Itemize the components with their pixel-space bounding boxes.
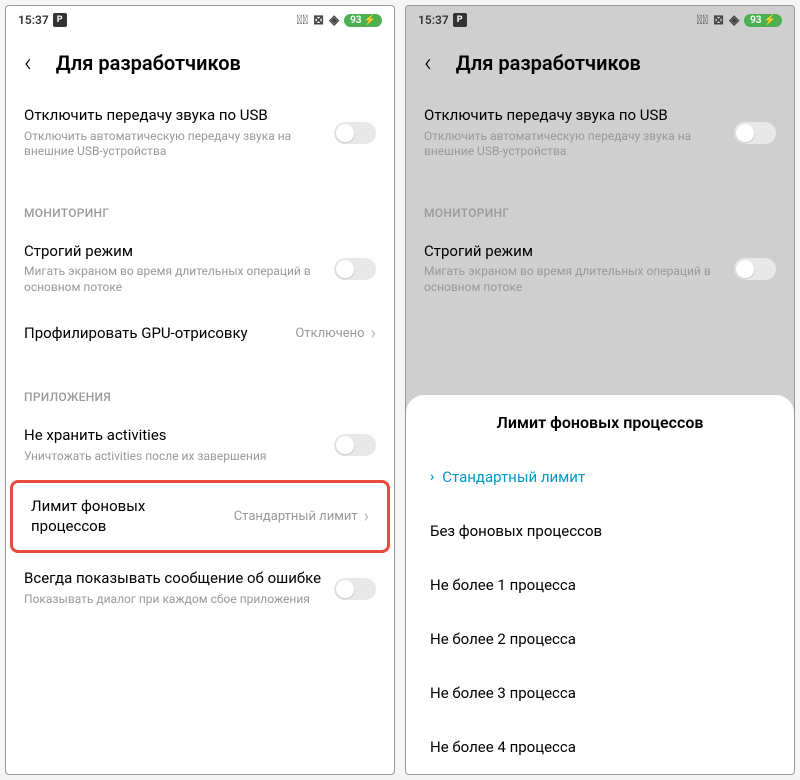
chevron-right-icon: › bbox=[364, 506, 369, 527]
status-bar: 15:37 P ✕⃝ ⊠ ◈ 93⚡ bbox=[406, 6, 794, 34]
status-time: 15:37 bbox=[18, 13, 49, 27]
wifi-icon: ◈ bbox=[729, 13, 739, 28]
usb-audio-row[interactable]: Отключить передачу звука по USB Отключит… bbox=[6, 92, 394, 174]
strict-mode-toggle[interactable] bbox=[334, 258, 376, 280]
section-apps: ПРИЛОЖЕНИЯ bbox=[6, 358, 394, 412]
usb-audio-toggle[interactable] bbox=[334, 122, 376, 144]
gpu-profile-value: Отключено bbox=[295, 326, 364, 341]
strict-mode-row[interactable]: Строгий режим Мигать экраном во время дл… bbox=[406, 228, 794, 310]
phone-right: 15:37 P ✕⃝ ⊠ ◈ 93⚡ ‹ Для разработчиков О… bbox=[405, 5, 795, 775]
no-keep-title: Не хранить activities bbox=[24, 426, 322, 446]
show-error-sub: Показывать диалог при каждом сбое прилож… bbox=[24, 592, 322, 608]
option-2-process[interactable]: Не более 2 процесса bbox=[406, 612, 794, 666]
page-title: Для разработчиков bbox=[56, 51, 241, 75]
battery-indicator: 93⚡ bbox=[344, 14, 382, 27]
no-keep-toggle[interactable] bbox=[334, 434, 376, 456]
dnd-icon: ✕⃝ bbox=[297, 13, 309, 28]
strict-mode-title: Строгий режим bbox=[24, 242, 322, 262]
no-keep-sub: Уничтожать activities после их завершени… bbox=[24, 449, 322, 465]
highlighted-annotation: Лимит фоновых процессов Стандартный лими… bbox=[10, 480, 390, 553]
phone-left: 15:37 P ✕⃝ ⊠ ◈ 93⚡ ‹ Для разработчиков О… bbox=[5, 5, 395, 775]
usb-audio-title: Отключить передачу звука по USB bbox=[424, 106, 722, 126]
section-monitoring: МОНИТОРИНГ bbox=[406, 174, 794, 228]
option-standard-limit[interactable]: › Стандартный лимит bbox=[406, 450, 794, 504]
no-sim-icon: ⊠ bbox=[313, 13, 324, 28]
chevron-right-icon: › bbox=[371, 323, 376, 344]
usb-audio-title: Отключить передачу звука по USB bbox=[24, 106, 322, 126]
option-3-process[interactable]: Не более 3 процесса bbox=[406, 666, 794, 720]
settings-list: Отключить передачу звука по USB Отключит… bbox=[406, 92, 794, 309]
no-keep-activities-row[interactable]: Не хранить activities Уничтожать activit… bbox=[6, 412, 394, 478]
page-title: Для разработчиков bbox=[456, 51, 641, 75]
bg-process-limit-row[interactable]: Лимит фоновых процессов Стандартный лими… bbox=[13, 483, 387, 550]
section-monitoring: МОНИТОРИНГ bbox=[6, 174, 394, 228]
battery-indicator: 93⚡ bbox=[744, 14, 782, 27]
usb-audio-row[interactable]: Отключить передачу звука по USB Отключит… bbox=[406, 92, 794, 174]
settings-list: Отключить передачу звука по USB Отключит… bbox=[6, 92, 394, 774]
bottom-sheet: Лимит фоновых процессов › Стандартный ли… bbox=[406, 395, 794, 774]
sheet-title: Лимит фоновых процессов bbox=[406, 413, 794, 450]
status-time: 15:37 bbox=[418, 13, 449, 27]
option-no-bg[interactable]: Без фоновых процессов bbox=[406, 504, 794, 558]
bg-limit-value: Стандартный лимит bbox=[234, 509, 358, 524]
gpu-profile-title: Профилировать GPU-отрисовку bbox=[24, 324, 283, 344]
usb-audio-sub: Отключить автоматическую передачу звука … bbox=[424, 129, 722, 160]
strict-mode-toggle[interactable] bbox=[734, 258, 776, 280]
page-header: ‹ Для разработчиков bbox=[6, 34, 394, 92]
option-4-process[interactable]: Не более 4 процесса bbox=[406, 720, 794, 774]
option-1-process[interactable]: Не более 1 процесса bbox=[406, 558, 794, 612]
strict-mode-sub: Мигать экраном во время длительных опера… bbox=[424, 264, 722, 295]
page-header: ‹ Для разработчиков bbox=[406, 34, 794, 92]
show-error-title: Всегда показывать сообщение об ошибке bbox=[24, 569, 322, 589]
checkmark-icon: › bbox=[430, 469, 434, 485]
status-bar: 15:37 P ✕⃝ ⊠ ◈ 93⚡ bbox=[6, 6, 394, 34]
show-error-row[interactable]: Всегда показывать сообщение об ошибке По… bbox=[6, 555, 394, 621]
back-button[interactable]: ‹ bbox=[424, 48, 432, 78]
strict-mode-row[interactable]: Строгий режим Мигать экраном во время дл… bbox=[6, 228, 394, 310]
show-error-toggle[interactable] bbox=[334, 578, 376, 600]
strict-mode-title: Строгий режим bbox=[424, 242, 722, 262]
gpu-profile-row[interactable]: Профилировать GPU-отрисовку Отключено › bbox=[6, 309, 394, 358]
wifi-icon: ◈ bbox=[329, 13, 339, 28]
bg-limit-title: Лимит фоновых процессов bbox=[31, 497, 222, 536]
usb-audio-sub: Отключить автоматическую передачу звука … bbox=[24, 129, 322, 160]
dnd-icon: ✕⃝ bbox=[697, 13, 709, 28]
p-icon: P bbox=[53, 13, 67, 27]
p-icon: P bbox=[453, 13, 467, 27]
usb-audio-toggle[interactable] bbox=[734, 122, 776, 144]
back-button[interactable]: ‹ bbox=[24, 48, 32, 78]
strict-mode-sub: Мигать экраном во время длительных опера… bbox=[24, 264, 322, 295]
no-sim-icon: ⊠ bbox=[713, 13, 724, 28]
